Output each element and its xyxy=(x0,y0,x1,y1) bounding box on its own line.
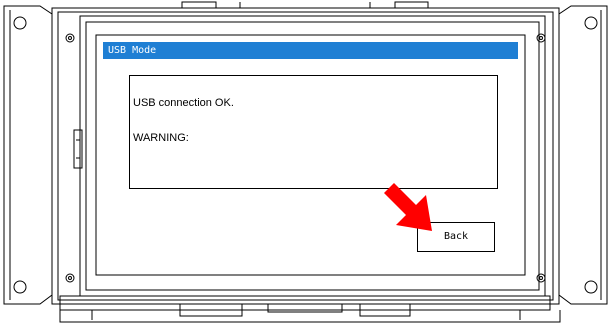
display-screen: USB Mode USB connection OK. WARNING: Bac… xyxy=(101,40,520,270)
message-box: USB connection OK. WARNING: xyxy=(129,75,498,189)
warning-message: WARNING: xyxy=(133,132,189,144)
right-top-hole xyxy=(584,16,598,30)
red-arrow-icon xyxy=(384,183,432,231)
right-bottom-hole xyxy=(584,280,598,294)
left-bracket xyxy=(3,5,53,305)
left-top-hole xyxy=(13,16,27,30)
left-bottom-hole xyxy=(13,280,27,294)
usb-status-message: USB connection OK. xyxy=(133,97,234,109)
right-bracket xyxy=(558,5,608,305)
screen-title-bar: USB Mode xyxy=(103,42,518,59)
side-connector xyxy=(73,129,83,169)
